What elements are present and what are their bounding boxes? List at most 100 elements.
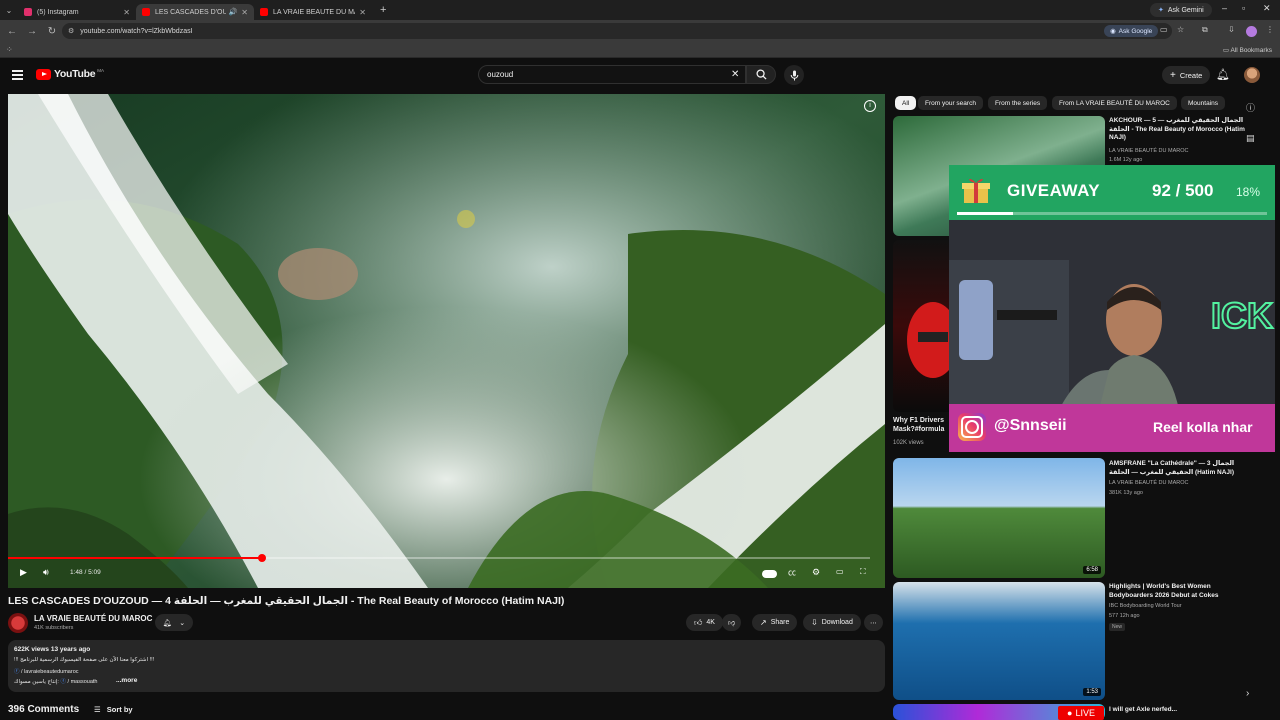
- info-circle-icon[interactable]: ⓘ: [1246, 101, 1255, 114]
- bell-icon: 🔔︎: [162, 619, 172, 627]
- tab-vraie-beaute[interactable]: LA VRAIE BEAUTÉ DU MAROC ✕: [254, 4, 372, 20]
- bookmark-star-icon[interactable]: ☆: [1177, 25, 1184, 34]
- settings-gear-icon[interactable]: ⚙: [812, 567, 820, 578]
- ask-google-label: Ask Google: [1118, 27, 1153, 35]
- channel-name[interactable]: LA VRAIE BEAUTÉ DU MAROC: [34, 614, 152, 623]
- live-label: LIVE: [1075, 708, 1095, 718]
- play-icon[interactable]: ▶: [20, 567, 27, 578]
- instagram-logo-icon: [958, 413, 986, 441]
- related-title[interactable]: I will get Axle nerfed...: [1109, 706, 1249, 715]
- audio-playing-icon[interactable]: 🔊: [229, 8, 238, 16]
- more-horizontal-icon: ⋯: [870, 619, 877, 627]
- create-label: Create: [1179, 70, 1203, 80]
- video-player[interactable]: i: [8, 94, 885, 588]
- account-avatar[interactable]: [1244, 67, 1260, 83]
- menu-icon[interactable]: [12, 70, 23, 82]
- tab-search-chevron-icon[interactable]: ⌄: [0, 0, 18, 20]
- dislike-button[interactable]: 👎︎: [722, 614, 742, 631]
- chip-from-channel[interactable]: From LA VRAIE BEAUTÉ DU MAROC: [1052, 96, 1177, 110]
- download-button[interactable]: ⇩ Download: [803, 614, 861, 631]
- progress-bar[interactable]: [8, 554, 870, 562]
- notifications-bell-icon[interactable]: 🔔︎: [1216, 68, 1230, 81]
- giveaway-percent: 18%: [1236, 185, 1261, 199]
- channel-avatar[interactable]: [8, 613, 28, 633]
- facebook-link[interactable]: ⓕ / lavraiebeautedumaroc: [14, 667, 79, 675]
- site-info-icon[interactable]: ⚙: [68, 27, 74, 35]
- volume-icon[interactable]: 🔊︎: [43, 567, 49, 578]
- description-box[interactable]: [8, 640, 885, 692]
- youtube-play-icon: [36, 68, 51, 80]
- credit-line: إنتاج ياسين مسواك: ⓕ / massouath: [14, 677, 97, 685]
- overlay-note: Reel kolla nhar: [1153, 419, 1253, 435]
- fullscreen-icon[interactable]: ⛶: [860, 567, 866, 577]
- like-button[interactable]: 👍︎ 4K: [686, 614, 723, 631]
- related-channel: LA VRAIE BEAUTÉ DU MAROC: [1109, 480, 1189, 486]
- gift-box-icon: [962, 178, 990, 203]
- tab-title: LA VRAIE BEAUTÉ DU MAROC: [273, 8, 355, 16]
- apps-grid-icon[interactable]: ⁘: [6, 45, 13, 54]
- downloads-icon[interactable]: ⇩: [1228, 25, 1235, 34]
- forward-icon[interactable]: →: [24, 26, 40, 37]
- chip-all[interactable]: All: [895, 96, 917, 110]
- ask-gemini-button[interactable]: ✦ Ask Gemini: [1150, 3, 1212, 17]
- chip-from-your-search[interactable]: From your search: [918, 96, 983, 110]
- back-icon[interactable]: ←: [4, 26, 20, 37]
- tab-ouzoud[interactable]: LES CASCADES D'OUZOUD 🔊 ✕: [136, 4, 254, 20]
- related-thumbnail-amsfrane[interactable]: 6:58: [893, 458, 1105, 578]
- related-title[interactable]: Why F1 Drivers Mask?#formula: [893, 416, 947, 434]
- profile-avatar-icon[interactable]: [1246, 26, 1257, 37]
- video-duration: 6:58: [1083, 566, 1101, 574]
- new-tab-icon[interactable]: +: [380, 4, 386, 16]
- clear-search-icon[interactable]: ✕: [731, 69, 739, 80]
- related-meta: 102K views: [893, 440, 924, 446]
- autoplay-toggle[interactable]: [762, 570, 777, 578]
- credit-link[interactable]: / massouath: [68, 679, 98, 685]
- share-button[interactable]: ↗ Share: [752, 614, 798, 631]
- ask-gemini-label: Ask Gemini: [1167, 6, 1204, 14]
- thumbs-up-icon: 👍︎: [694, 617, 703, 627]
- comments-count: 396 Comments: [8, 704, 80, 715]
- related-thumbnail-bodyboard[interactable]: 1:53: [893, 582, 1105, 700]
- chip-mountains[interactable]: Mountains: [1181, 96, 1225, 110]
- close-window-icon[interactable]: ✕: [1263, 3, 1271, 14]
- voice-search-button[interactable]: [784, 65, 804, 85]
- subtitles-icon[interactable]: ㏄: [788, 567, 796, 578]
- chip-from-the-series[interactable]: From the series: [988, 96, 1048, 110]
- related-title[interactable]: Highlights | World's Best Women Bodyboar…: [1109, 583, 1249, 600]
- video-info-icon[interactable]: i: [864, 100, 876, 112]
- tab-instagram[interactable]: (5) Instagram ✕: [18, 4, 136, 20]
- gemini-icon: ✦: [1158, 7, 1164, 14]
- related-title[interactable]: AKCHOUR — 5 الجمال الحقيقي للمغرب — الحل…: [1109, 117, 1249, 143]
- show-more-link[interactable]: ...more: [116, 677, 137, 684]
- theater-mode-icon[interactable]: ▭: [836, 567, 844, 576]
- search-button[interactable]: [746, 65, 776, 84]
- subscribed-notifications-button[interactable]: 🔔︎ ⌄: [155, 614, 193, 631]
- extensions-icon[interactable]: ⧉: [1202, 25, 1208, 35]
- video-duration: 1:53: [1083, 688, 1101, 696]
- address-bar[interactable]: ⚙ youtube.com/watch?v=lZkbWbdzasI: [62, 23, 1172, 39]
- chevron-right-icon[interactable]: ›: [1246, 688, 1249, 699]
- related-meta: 1.6M 12y ago: [1109, 157, 1143, 163]
- youtube-logo[interactable]: YouTube MA: [36, 68, 104, 80]
- close-tab-icon[interactable]: ✕: [123, 8, 130, 17]
- related-title[interactable]: AMSFRANE "La Cathédrale" — الجمال 3 الحق…: [1109, 460, 1249, 477]
- subscriber-count: 41K subscribers: [34, 625, 74, 631]
- maximize-icon[interactable]: ▫: [1242, 3, 1245, 13]
- close-tab-icon[interactable]: ✕: [241, 8, 248, 17]
- all-bookmarks-link[interactable]: ▭ All Bookmarks: [1223, 46, 1272, 54]
- ask-google-button[interactable]: ◉ Ask Google: [1104, 25, 1159, 37]
- giveaway-progress-fill: [957, 212, 1013, 215]
- more-actions-button[interactable]: ⋯: [864, 614, 883, 631]
- search-icon: [755, 69, 767, 80]
- thumbs-down-icon: 👎︎: [728, 620, 736, 627]
- youtube-masthead: YouTube MA ouzoud ✕ + Create 🔔︎: [0, 58, 1280, 92]
- minimize-icon[interactable]: –: [1222, 3, 1227, 13]
- close-tab-icon[interactable]: ✕: [359, 8, 366, 17]
- sort-icon: ☰: [94, 705, 101, 714]
- chrome-menu-icon[interactable]: ⋮: [1266, 25, 1274, 34]
- search-input[interactable]: ouzoud: [478, 65, 746, 84]
- cast-icon[interactable]: ▭: [1160, 25, 1168, 34]
- create-button[interactable]: + Create: [1162, 66, 1211, 84]
- sort-by-button[interactable]: ☰ Sort by: [94, 705, 133, 714]
- reload-icon[interactable]: ↻: [44, 26, 60, 37]
